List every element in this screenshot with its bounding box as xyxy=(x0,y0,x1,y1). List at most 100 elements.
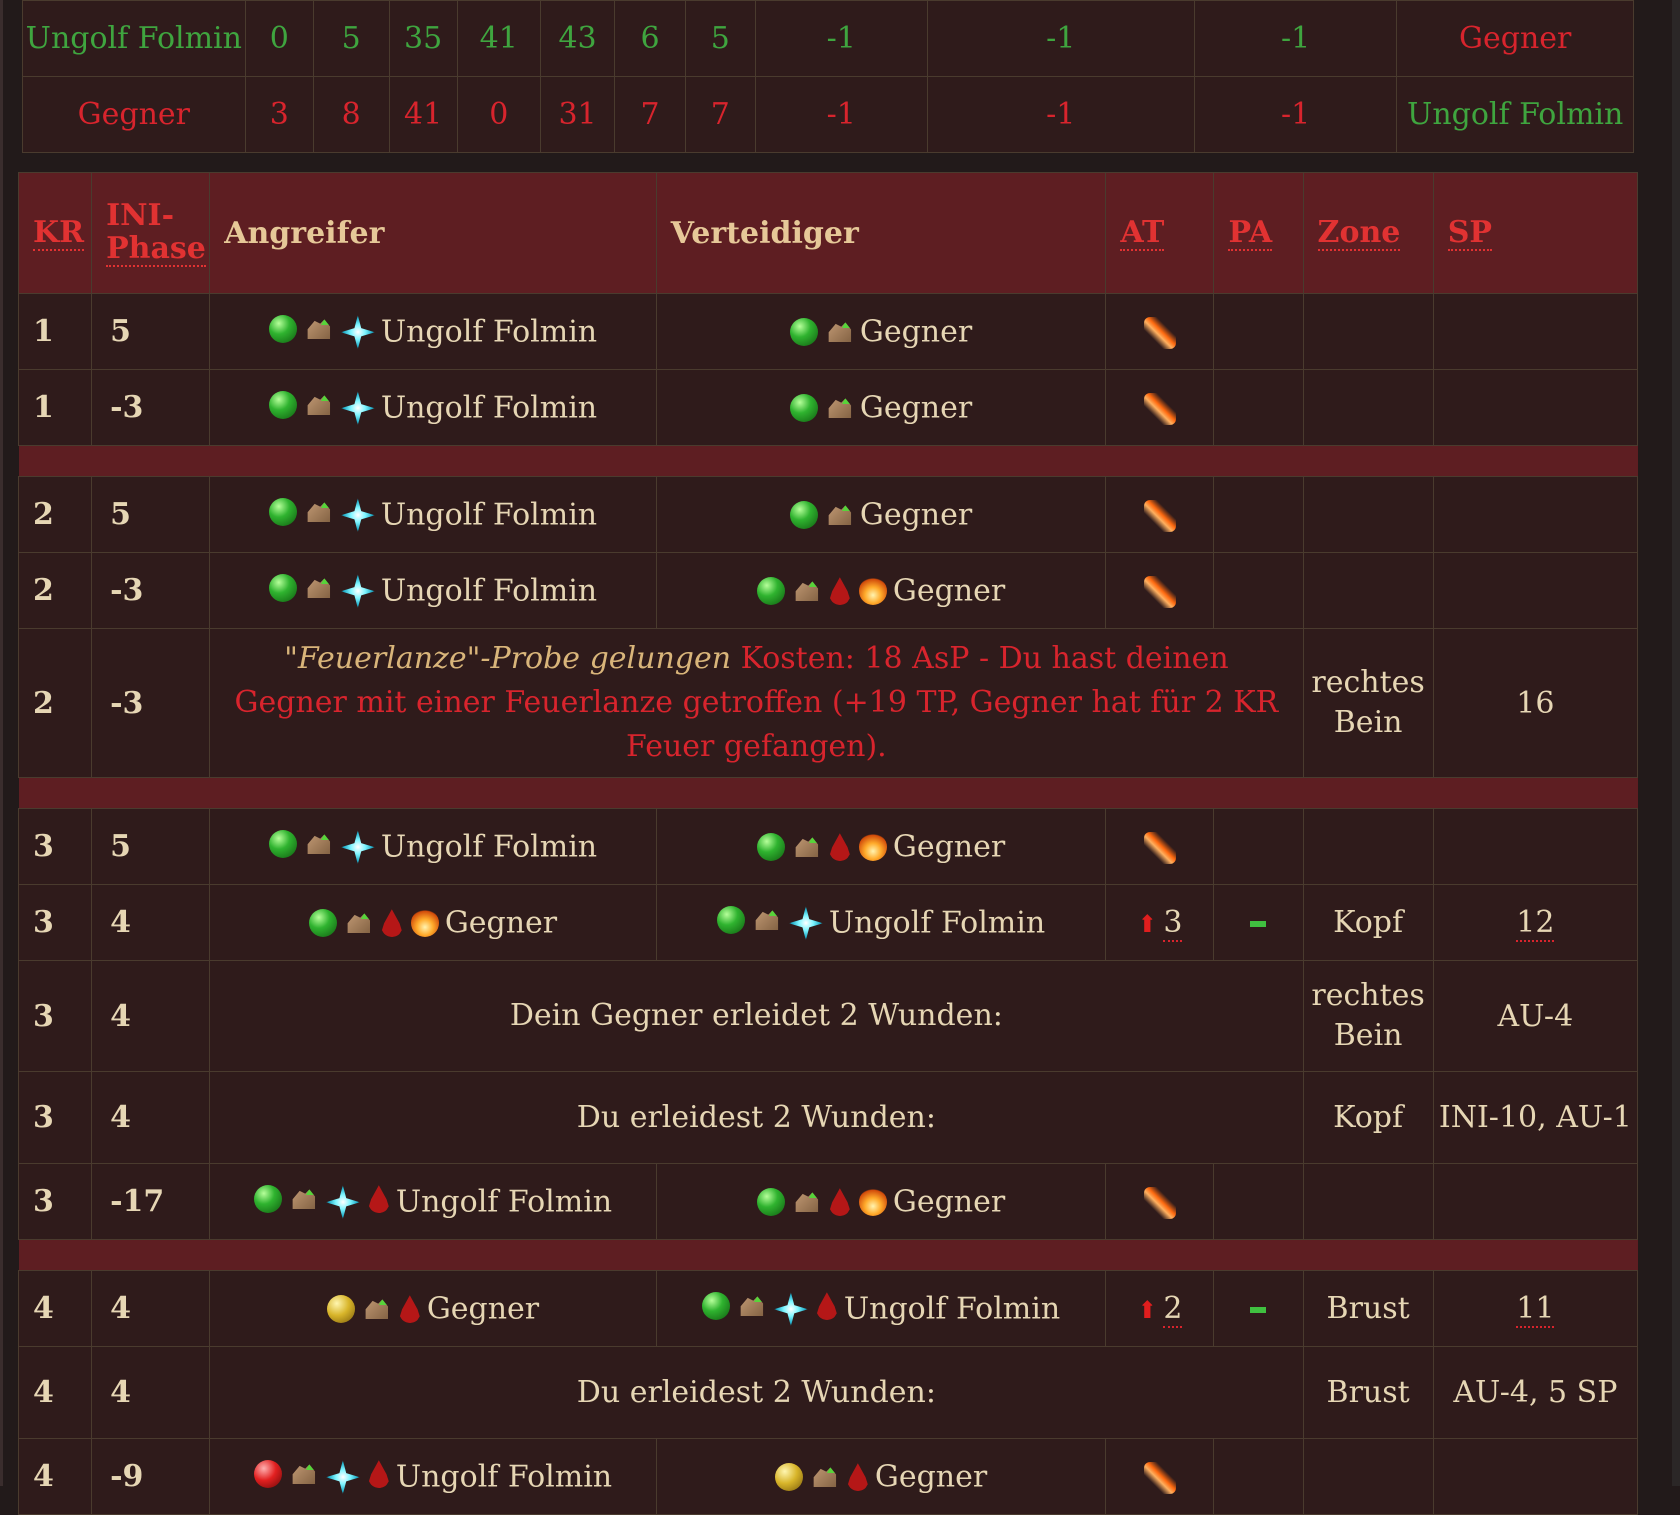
stats-cell: 41 xyxy=(388,76,458,153)
header-kr[interactable]: KR xyxy=(17,172,93,294)
cell-attacker: Ungolf Folmin xyxy=(209,808,657,885)
attacker-name: Ungolf Folmin xyxy=(395,1184,613,1220)
header-zone[interactable]: Zone xyxy=(1302,172,1434,294)
health-green-icon xyxy=(308,909,337,938)
cell-defender: Gegner xyxy=(655,552,1107,629)
log-row-message: 3 4 Du erleidest 2 Wunden: Kopf INI-10, … xyxy=(17,1071,1639,1164)
strength-arm-icon xyxy=(795,1192,819,1213)
defender-name: Gegner xyxy=(859,390,973,426)
cell-kr: 3 xyxy=(17,1163,93,1240)
cell-ini: 4 xyxy=(91,1071,211,1164)
strength-arm-icon xyxy=(755,910,779,931)
health-green-icon xyxy=(701,1292,730,1321)
stats-cell: 0 xyxy=(456,76,541,153)
log-row: 1 5 Ungolf Folmin Gegner xyxy=(17,293,1639,370)
header-sp[interactable]: SP xyxy=(1432,172,1639,294)
cell-sp xyxy=(1432,1438,1639,1515)
cell-zone xyxy=(1302,552,1434,629)
strength-arm-icon xyxy=(307,502,331,523)
blood-drop-icon xyxy=(829,833,850,862)
fire-lance-icon xyxy=(1143,393,1176,425)
dash-icon xyxy=(1250,921,1267,927)
blood-drop-icon xyxy=(368,1460,389,1489)
cell-ini: -3 xyxy=(91,552,211,629)
cell-ini: -3 xyxy=(91,628,211,778)
cell-pa xyxy=(1213,1438,1304,1515)
blood-drop-icon xyxy=(368,1185,389,1214)
cell-kr: 2 xyxy=(17,552,93,629)
header-defender: Verteidiger xyxy=(655,172,1107,294)
cell-attacker: Ungolf Folmin xyxy=(209,293,657,370)
cell-ini: 5 xyxy=(91,476,211,553)
log-row-message: 4 4 Du erleidest 2 Wunden: Brust AU-4, 5… xyxy=(17,1346,1639,1439)
health-green-icon xyxy=(268,498,297,527)
cell-message: Du erleidest 2 Wunden: xyxy=(209,1071,1304,1164)
stats-name: Ungolf Folmin xyxy=(22,0,246,77)
header-pa[interactable]: PA xyxy=(1213,172,1304,294)
round-separator xyxy=(18,445,1638,477)
cell-defender: Ungolf Folmin xyxy=(655,1270,1107,1347)
cell-sp xyxy=(1432,1163,1639,1240)
cell-pa xyxy=(1213,552,1304,629)
cell-pa xyxy=(1213,293,1304,370)
strength-arm-icon xyxy=(365,1299,389,1320)
cell-defender: Gegner xyxy=(655,369,1107,446)
fire-lance-icon xyxy=(1143,1187,1176,1219)
header-ini-phase[interactable]: INI- Phase xyxy=(91,172,211,294)
magic-spark-icon xyxy=(773,1292,808,1327)
cell-zone xyxy=(1302,369,1434,446)
cell-message: Du erleidest 2 Wunden: xyxy=(209,1346,1304,1439)
fire-lance-icon xyxy=(1143,317,1176,349)
defender-name: Gegner xyxy=(859,314,973,350)
cell-kr: 3 xyxy=(17,808,93,885)
cell-attacker: Ungolf Folmin xyxy=(209,1163,657,1240)
stats-cell: 8 xyxy=(312,76,390,153)
defender-name: Ungolf Folmin xyxy=(843,1291,1061,1327)
blood-drop-icon xyxy=(399,1295,420,1324)
log-row: 1 -3 Ungolf Folmin Gegner xyxy=(17,369,1639,446)
strength-arm-icon xyxy=(292,1464,316,1485)
blood-drop-icon xyxy=(381,909,402,938)
magic-spark-icon xyxy=(340,498,375,533)
stats-name: Gegner xyxy=(22,76,246,153)
strength-arm-icon xyxy=(307,395,331,416)
cell-sp xyxy=(1432,476,1639,553)
at-roll[interactable]: 3 xyxy=(1163,905,1183,942)
strength-arm-icon xyxy=(740,1296,764,1317)
cell-zone: Brust xyxy=(1302,1270,1434,1347)
cell-sp xyxy=(1432,552,1639,629)
cell-attacker: Ungolf Folmin xyxy=(209,552,657,629)
magic-spark-icon xyxy=(325,1185,360,1220)
health-green-icon xyxy=(268,315,297,344)
sp-value[interactable]: 12 xyxy=(1516,905,1555,942)
stats-cell: 7 xyxy=(614,76,686,153)
stats-cell: -1 xyxy=(754,76,928,153)
health-green-icon xyxy=(268,830,297,859)
log-row: 2 -3 Ungolf Folmin Gegner xyxy=(17,552,1639,629)
cell-ini: 4 xyxy=(91,960,211,1072)
health-green-icon xyxy=(253,1185,282,1214)
cell-zone: rechtes Bein xyxy=(1302,960,1434,1072)
strength-arm-icon xyxy=(828,398,852,419)
cell-pa xyxy=(1213,476,1304,553)
cell-defender: Gegner xyxy=(655,808,1107,885)
health-green-icon xyxy=(756,1188,785,1217)
cell-at xyxy=(1105,293,1215,370)
attacker-name: Gegner xyxy=(426,1291,540,1327)
cell-kr: 2 xyxy=(17,476,93,553)
at-roll[interactable]: 2 xyxy=(1163,1291,1183,1328)
sp-value[interactable]: 11 xyxy=(1516,1291,1555,1328)
cell-attacker: Ungolf Folmin xyxy=(209,476,657,553)
cell-at xyxy=(1105,369,1215,446)
header-attacker: Angreifer xyxy=(209,172,657,294)
cell-kr: 3 xyxy=(17,884,93,961)
header-at[interactable]: AT xyxy=(1105,172,1215,294)
log-row: 4 4 Gegner Ungolf Folmin ⬆ 2 Brust 11 xyxy=(17,1270,1639,1347)
cell-pa xyxy=(1213,1270,1304,1347)
scrollbar-track[interactable] xyxy=(1672,0,1680,1486)
cell-ini: 5 xyxy=(91,293,211,370)
cell-attacker: Gegner xyxy=(209,1270,657,1347)
strength-arm-icon xyxy=(307,319,331,340)
defender-name: Gegner xyxy=(874,1459,988,1495)
stats-opponent: Gegner xyxy=(1396,0,1634,77)
